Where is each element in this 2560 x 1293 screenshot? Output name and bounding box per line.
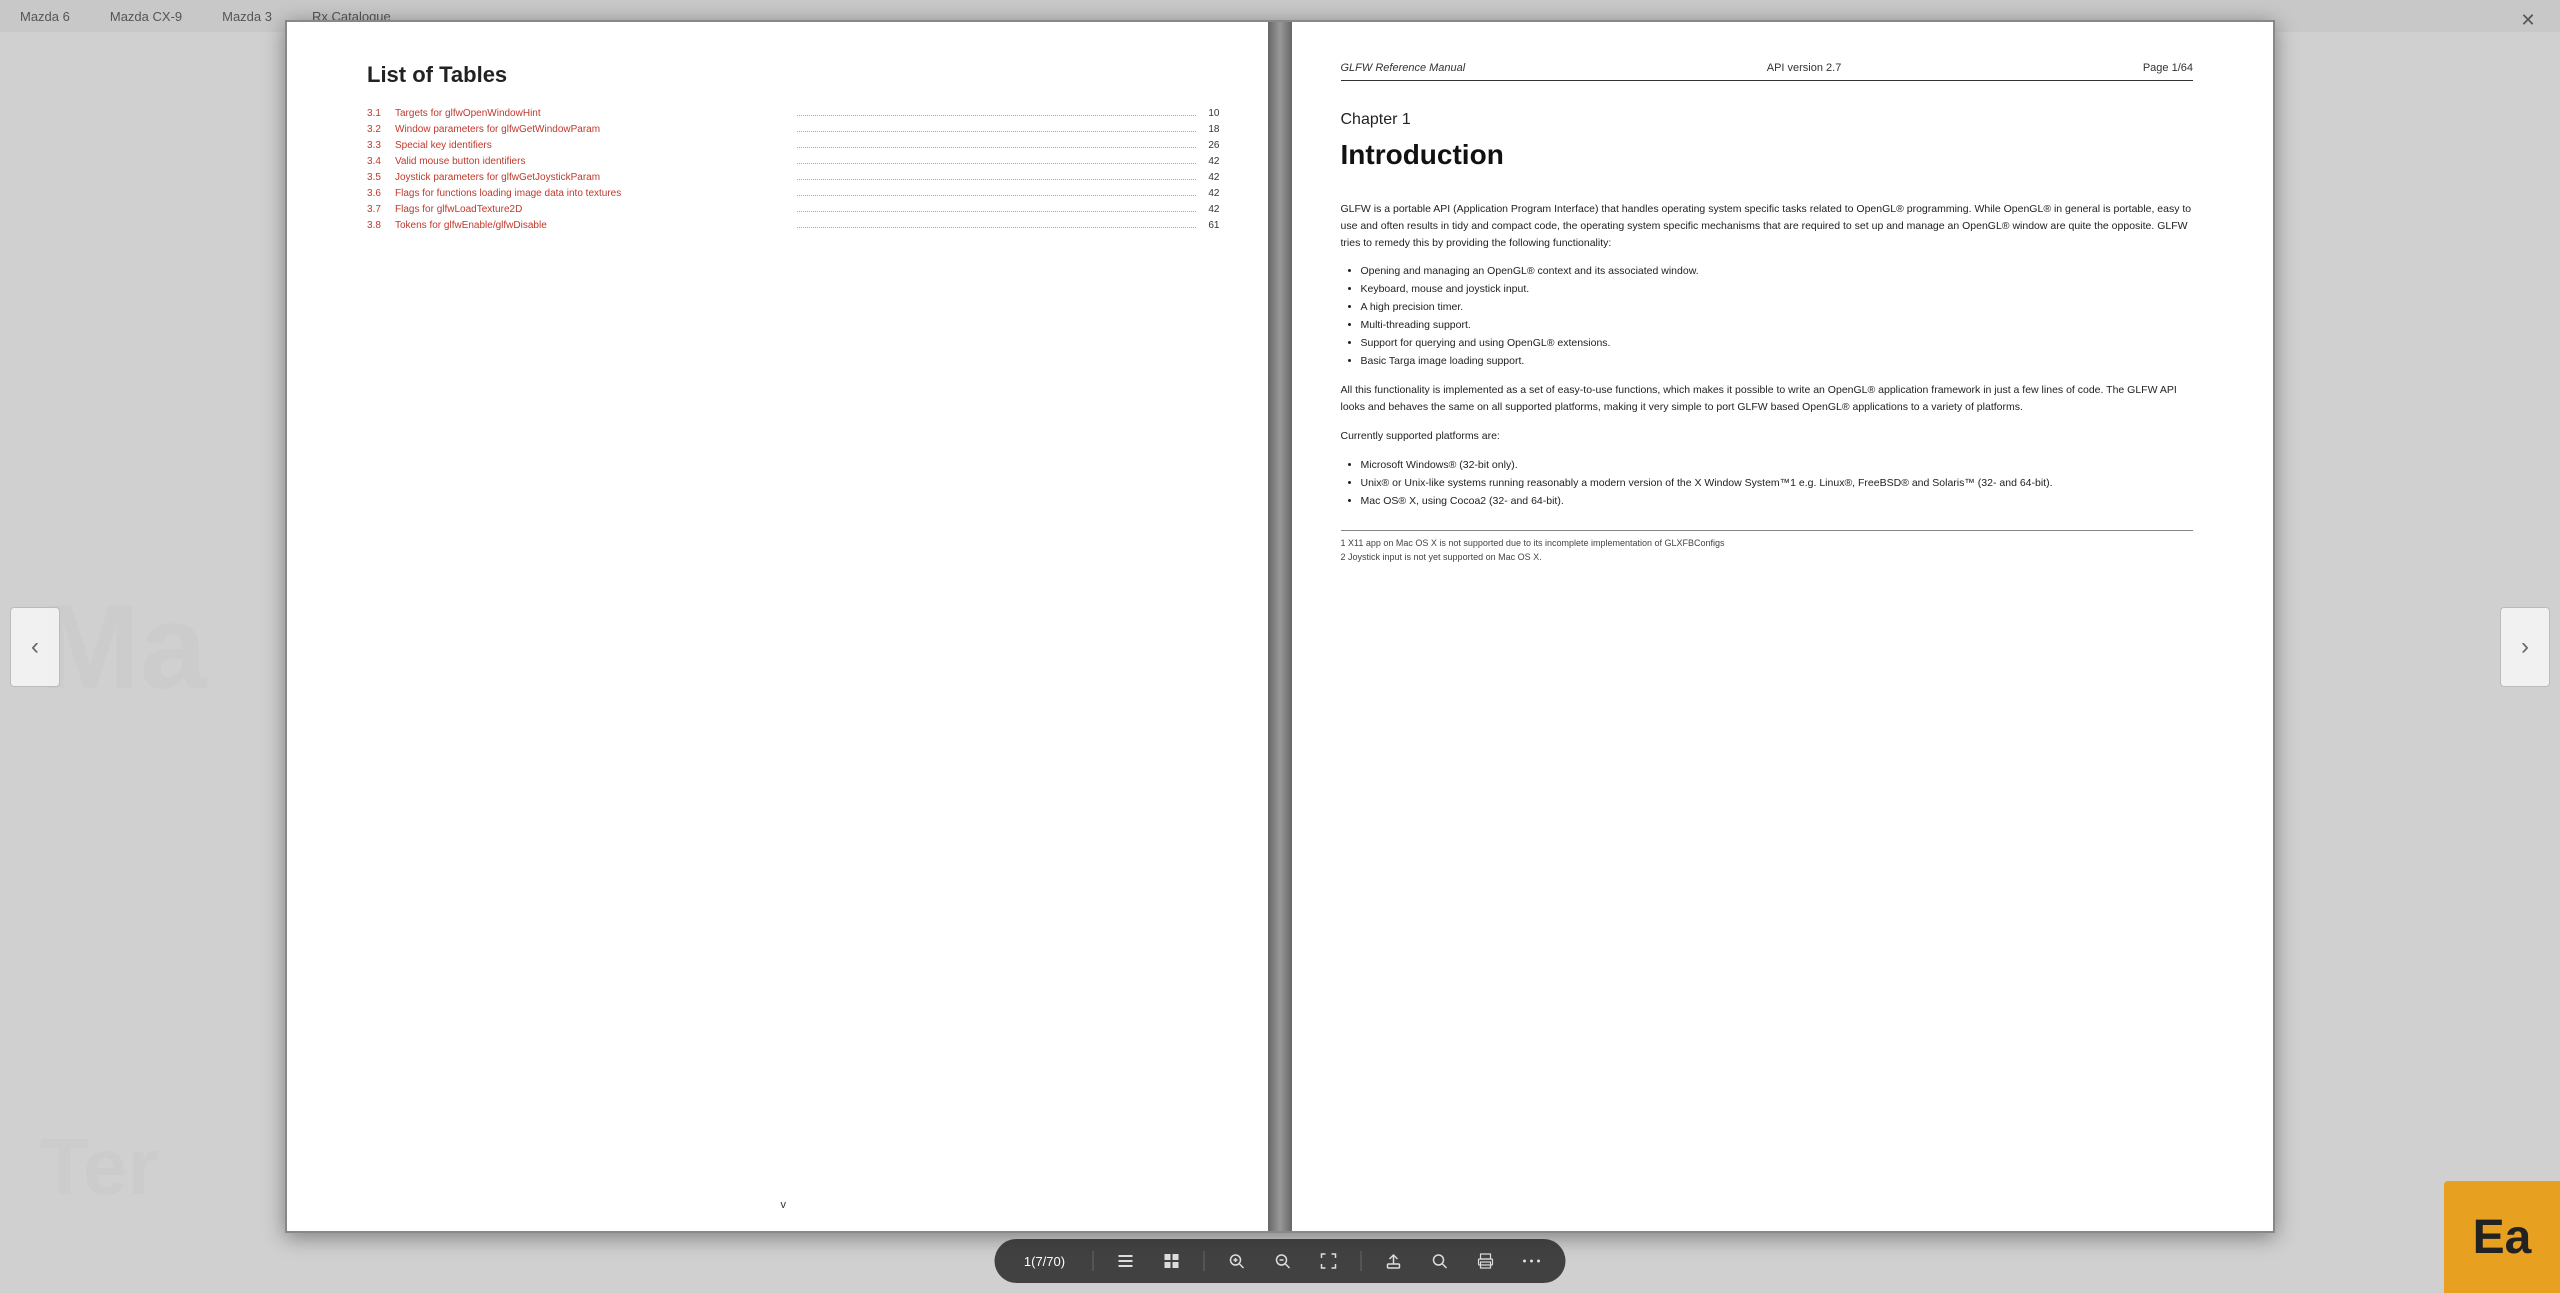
page-header-num: Page 1/64: [2143, 62, 2193, 74]
toolbar-divider-2: [1204, 1251, 1205, 1271]
toc-num-3-4: 3.4: [367, 156, 395, 167]
list-of-tables-heading: List of Tables: [367, 62, 1220, 88]
watermark-ma: Ma: [40, 578, 207, 716]
toc-entry-3-8: 3.8 Tokens for glfwEnable/glfwDisable 61: [367, 220, 1220, 231]
toolbar-share-button[interactable]: [1380, 1247, 1408, 1275]
prev-page-button[interactable]: ‹: [10, 607, 60, 687]
toc-num-3-3: 3.3: [367, 140, 395, 151]
bullet-5: Support for querying and using OpenGL® e…: [1361, 335, 2194, 353]
toolbar-zoom-out-button[interactable]: [1269, 1247, 1297, 1275]
page-header-api: API version 2.7: [1767, 62, 1842, 74]
tab-mazda3[interactable]: Mazda 3: [222, 9, 272, 24]
toc-num-3-2: 3.2: [367, 124, 395, 135]
toc-label-3-7[interactable]: Flags for glfwLoadTexture2D: [395, 204, 793, 215]
chapter-title: Introduction: [1341, 139, 2194, 171]
intro-paragraph: GLFW is a portable API (Application Prog…: [1341, 201, 2194, 251]
toc-dots-3-2: [797, 131, 1195, 132]
toc-page-3-4: 42: [1200, 156, 1220, 167]
toc-entries: 3.1 Targets for glfwOpenWindowHint 10 3.…: [367, 108, 1220, 231]
left-page-number: v: [781, 1199, 787, 1211]
platform-list: Microsoft Windows® (32-bit only). Unix® …: [1361, 457, 2194, 511]
toolbar-zoom-in-button[interactable]: [1223, 1247, 1251, 1275]
platform-3: Mac OS® X, using Cocoa2 (32- and 64-bit)…: [1361, 493, 2194, 511]
para-2: All this functionality is implemented as…: [1341, 382, 2194, 416]
toc-page-3-7: 42: [1200, 204, 1220, 215]
bottom-toolbar: 1(7/70): [995, 1239, 1566, 1283]
footnote-separator: 1 X11 app on Mac OS X is not supported d…: [1341, 530, 2194, 564]
toc-dots-3-1: [797, 115, 1195, 116]
toc-label-3-8[interactable]: Tokens for glfwEnable/glfwDisable: [395, 220, 793, 231]
toc-dots-3-7: [797, 211, 1195, 212]
tab-mazda-cx9[interactable]: Mazda CX-9: [110, 9, 182, 24]
toc-page-3-3: 26: [1200, 140, 1220, 151]
toc-entry-3-7: 3.7 Flags for glfwLoadTexture2D 42: [367, 204, 1220, 215]
page-right: GLFW Reference Manual API version 2.7 Pa…: [1280, 22, 2274, 1231]
toc-label-3-5[interactable]: Joystick parameters for glfwGetJoystickP…: [395, 172, 793, 183]
close-button[interactable]: ✕: [2516, 8, 2540, 32]
bullet-6: Basic Targa image loading support.: [1361, 353, 2194, 371]
platform-2: Unix® or Unix-like systems running reaso…: [1361, 475, 2194, 493]
toc-label-3-4[interactable]: Valid mouse button identifiers: [395, 156, 793, 167]
toc-entry-3-3: 3.3 Special key identifiers 26: [367, 140, 1220, 151]
toolbar-grid-button[interactable]: [1158, 1247, 1186, 1275]
tab-mazda6[interactable]: Mazda 6: [20, 9, 70, 24]
toc-page-3-8: 61: [1200, 220, 1220, 231]
bullet-4: Multi-threading support.: [1361, 317, 2194, 335]
platform-1: Microsoft Windows® (32-bit only).: [1361, 457, 2194, 475]
bullet-3: A high precision timer.: [1361, 299, 2194, 317]
bullet-1: Opening and managing an OpenGL® context …: [1361, 263, 2194, 281]
toc-label-3-3[interactable]: Special key identifiers: [395, 140, 793, 151]
toolbar-divider-1: [1093, 1251, 1094, 1271]
toc-dots-3-5: [797, 179, 1195, 180]
toc-num-3-1: 3.1: [367, 108, 395, 119]
toc-num-3-7: 3.7: [367, 204, 395, 215]
watermark-ter: Ter: [40, 1121, 159, 1213]
toc-page-3-2: 18: [1200, 124, 1220, 135]
toolbar-fullscreen-button[interactable]: [1315, 1247, 1343, 1275]
toolbar-list-button[interactable]: [1112, 1247, 1140, 1275]
toc-dots-3-4: [797, 163, 1195, 164]
toc-entry-3-5: 3.5 Joystick parameters for glfwGetJoyst…: [367, 172, 1220, 183]
toc-page-3-1: 10: [1200, 108, 1220, 119]
toolbar-more-button[interactable]: [1518, 1247, 1546, 1275]
toc-label-3-1[interactable]: Targets for glfwOpenWindowHint: [395, 108, 793, 119]
footnote-2: 2 Joystick input is not yet supported on…: [1341, 551, 2194, 565]
para-3: Currently supported platforms are:: [1341, 428, 2194, 445]
toc-label-3-2[interactable]: Window parameters for glfwGetWindowParam: [395, 124, 793, 135]
chapter-label: Chapter 1: [1341, 111, 2194, 129]
next-page-button[interactable]: ›: [2500, 607, 2550, 687]
toc-entry-3-2: 3.2 Window parameters for glfwGetWindowP…: [367, 124, 1220, 135]
toc-dots-3-8: [797, 227, 1195, 228]
toc-dots-3-3: [797, 147, 1195, 148]
toc-num-3-6: 3.6: [367, 188, 395, 199]
page-header: GLFW Reference Manual API version 2.7 Pa…: [1341, 62, 2194, 81]
toc-num-3-5: 3.5: [367, 172, 395, 183]
book-spine: [1268, 22, 1292, 1231]
toc-entry-3-1: 3.1 Targets for glfwOpenWindowHint 10: [367, 108, 1220, 119]
book-container: List of Tables 3.1 Targets for glfwOpenW…: [285, 20, 2275, 1233]
toc-page-3-6: 42: [1200, 188, 1220, 199]
toc-entry-3-4: 3.4 Valid mouse button identifiers 42: [367, 156, 1220, 167]
feature-list: Opening and managing an OpenGL® context …: [1361, 263, 2194, 370]
page-left: List of Tables 3.1 Targets for glfwOpenW…: [287, 22, 1280, 1231]
toolbar-divider-3: [1361, 1251, 1362, 1271]
toolbar-search-button[interactable]: [1426, 1247, 1454, 1275]
bullet-2: Keyboard, mouse and joystick input.: [1361, 281, 2194, 299]
toc-num-3-8: 3.8: [367, 220, 395, 231]
footnote-1: 1 X11 app on Mac OS X is not supported d…: [1341, 537, 2194, 551]
toc-dots-3-6: [797, 195, 1195, 196]
toc-label-3-6[interactable]: Flags for functions loading image data i…: [395, 188, 793, 199]
toc-entry-3-6: 3.6 Flags for functions loading image da…: [367, 188, 1220, 199]
toolbar-print-button[interactable]: [1472, 1247, 1500, 1275]
page-header-title: GLFW Reference Manual: [1341, 62, 1466, 74]
ea-badge: Ea: [2444, 1181, 2560, 1293]
toc-page-3-5: 42: [1200, 172, 1220, 183]
toolbar-page-display: 1(7/70): [1015, 1254, 1075, 1269]
